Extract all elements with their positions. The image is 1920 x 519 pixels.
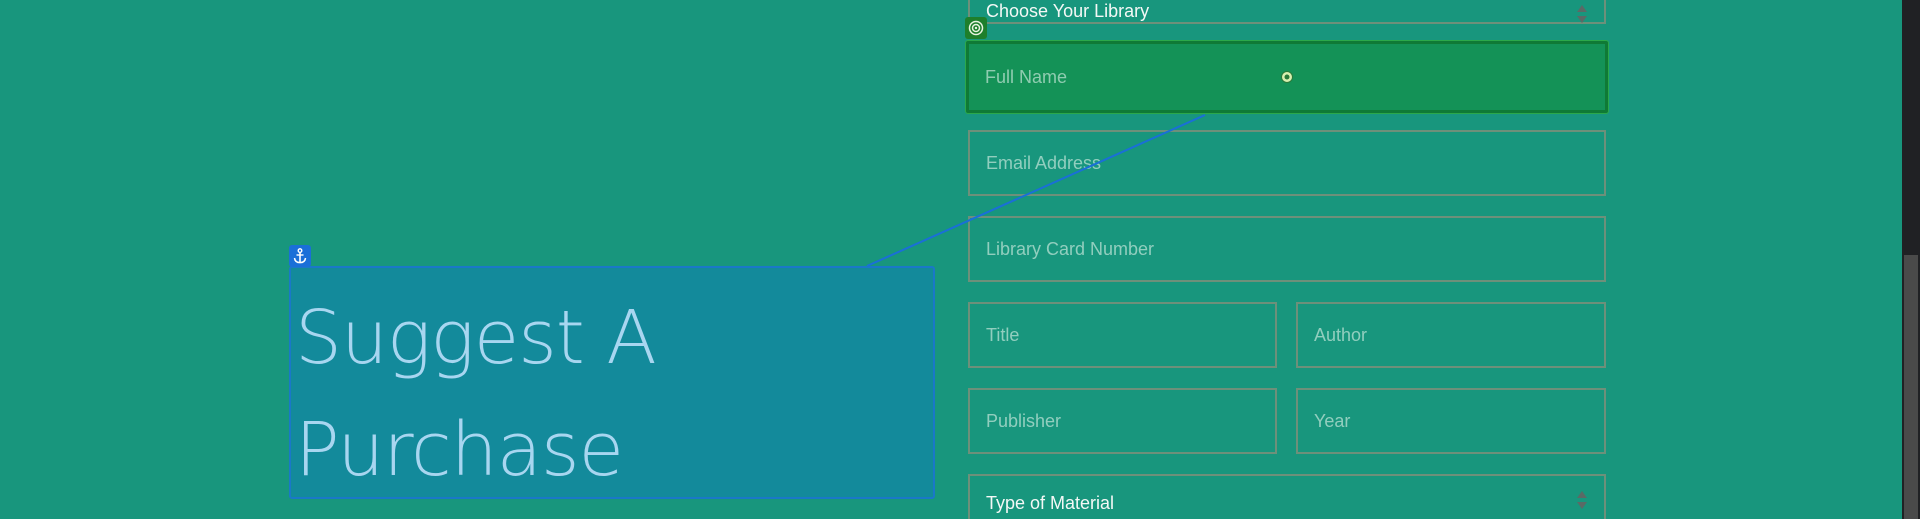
page-title-line-2: Purchase (295, 407, 624, 493)
connector-line (866, 114, 1206, 267)
scrollbar-thumb[interactable] (1904, 255, 1918, 519)
scrollbar-track[interactable] (1902, 0, 1920, 519)
author-field[interactable]: Author (1296, 302, 1606, 368)
year-placeholder: Year (1314, 410, 1351, 431)
publisher-field[interactable]: Publisher (968, 388, 1277, 454)
title-placeholder: Title (986, 324, 1020, 345)
material-select-value: Type of Material (986, 493, 1115, 513)
sort-arrows-icon (1577, 491, 1587, 509)
full-name-placeholder: Full Name (985, 66, 1068, 87)
library-card-field[interactable]: Library Card Number (968, 216, 1606, 282)
page: Choose Your Library Full Name Email Addr… (0, 0, 1920, 519)
library-select[interactable]: Choose Your Library (968, 0, 1606, 24)
target-icon[interactable] (965, 17, 987, 39)
material-select[interactable]: Type of Material (968, 474, 1606, 519)
anchor-icon[interactable] (289, 245, 311, 267)
heading-block[interactable]: Suggest A Purchase (289, 266, 935, 499)
email-field[interactable]: Email Address (968, 130, 1606, 196)
author-placeholder: Author (1314, 324, 1368, 345)
center-dot-icon (1281, 71, 1293, 83)
page-title: Suggest A Purchase (295, 282, 657, 506)
year-field[interactable]: Year (1296, 388, 1606, 454)
title-field[interactable]: Title (968, 302, 1277, 368)
publisher-placeholder: Publisher (986, 410, 1062, 431)
sort-arrows-icon (1577, 5, 1587, 23)
email-placeholder: Email Address (986, 152, 1102, 173)
library-select-value: Choose Your Library (986, 0, 1150, 21)
library-card-placeholder: Library Card Number (986, 238, 1155, 259)
page-title-line-1: Suggest A (295, 295, 657, 381)
